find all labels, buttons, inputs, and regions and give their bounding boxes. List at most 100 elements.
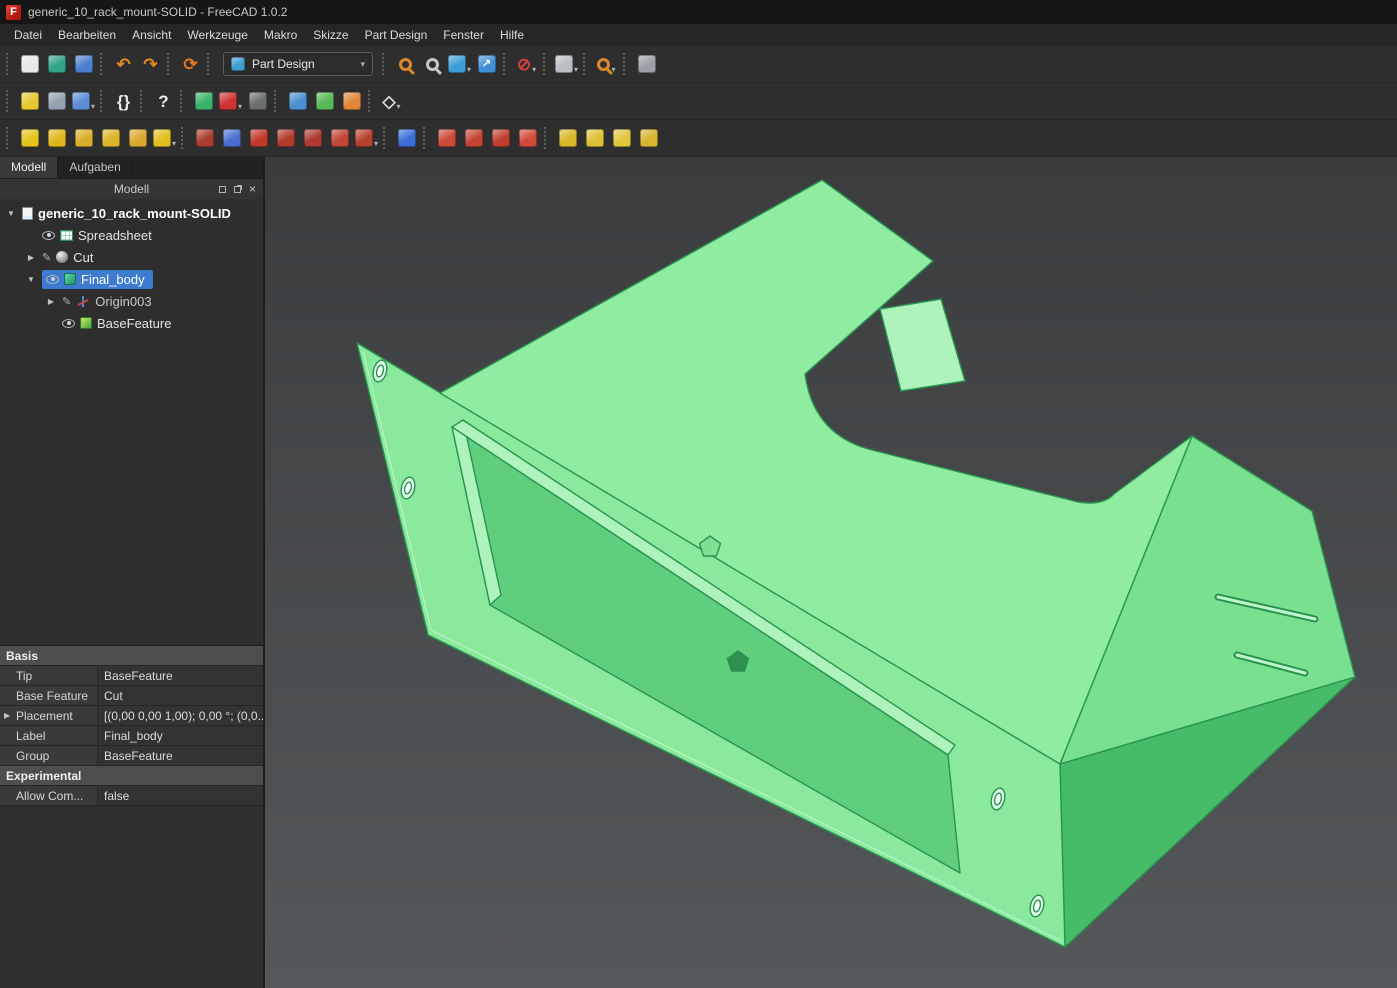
measure-button[interactable]: [633, 50, 660, 78]
groove-button[interactable]: [245, 124, 272, 152]
selected-highlight[interactable]: Final_body: [42, 270, 153, 289]
additive-pipe-button[interactable]: [97, 124, 124, 152]
tree-item-cut[interactable]: ▶ ✎ Cut: [0, 246, 263, 268]
toolbar-handle-icon[interactable]: [423, 127, 427, 149]
redo-button[interactable]: ↷: [137, 50, 164, 78]
chevron-down-icon[interactable]: ▾: [532, 65, 536, 78]
polar-pattern-button[interactable]: [608, 124, 635, 152]
toolbar-handle-icon[interactable]: [503, 53, 507, 75]
make-link-button[interactable]: ▾: [70, 87, 97, 115]
model-cutout-inner-wall[interactable]: [880, 299, 965, 391]
create-group-button[interactable]: [43, 87, 70, 115]
menu-werkzeuge[interactable]: Werkzeuge: [179, 26, 255, 44]
appearance-button[interactable]: [338, 87, 365, 115]
tree-item-basefeature[interactable]: BaseFeature: [0, 312, 263, 334]
fit-all-button[interactable]: [392, 50, 419, 78]
dock-minimize-button[interactable]: [219, 186, 226, 193]
open-document-button[interactable]: [43, 50, 70, 78]
property-row-placement[interactable]: ▶Placement [(0,00 0,00 1,00); 0,00 °; (0…: [0, 706, 263, 726]
whats-this-button[interactable]: ?: [150, 87, 177, 115]
go-to-selection-button[interactable]: ↗: [473, 50, 500, 78]
validate-sketch-button[interactable]: [284, 87, 311, 115]
expander-right-icon[interactable]: ▶: [25, 253, 37, 262]
chevron-down-icon[interactable]: ▾: [360, 59, 365, 70]
edit-sketch-button[interactable]: ▾: [217, 87, 244, 115]
menu-makro[interactable]: Makro: [256, 26, 305, 44]
boolean-button[interactable]: [393, 124, 420, 152]
draw-style-button[interactable]: ⊘▾: [513, 50, 540, 78]
menu-fenster[interactable]: Fenster: [435, 26, 492, 44]
subtractive-loft-button[interactable]: [272, 124, 299, 152]
toolbar-handle-icon[interactable]: [6, 127, 10, 149]
toolbar-handle-icon[interactable]: [368, 90, 372, 112]
additive-loft-button[interactable]: [70, 124, 97, 152]
property-row-label[interactable]: Label Final_body: [0, 726, 263, 746]
property-row-base-feature[interactable]: Base Feature Cut: [0, 686, 263, 706]
chevron-down-icon[interactable]: ▾: [574, 65, 578, 78]
expander-right-icon[interactable]: ▶: [4, 711, 10, 720]
3d-model[interactable]: [357, 180, 1355, 947]
workbench-selector[interactable]: Part Design▾: [223, 52, 373, 76]
toolbar-handle-icon[interactable]: [180, 90, 184, 112]
property-row-group[interactable]: Group BaseFeature: [0, 746, 263, 766]
3d-viewport[interactable]: [265, 157, 1397, 988]
macro-dialog-button[interactable]: {}: [110, 87, 137, 115]
save-button[interactable]: [70, 50, 97, 78]
expander-down-icon[interactable]: ▼: [5, 209, 17, 218]
selection-view-button[interactable]: ▾: [553, 50, 580, 78]
property-row-tip[interactable]: Tip BaseFeature: [0, 666, 263, 686]
menu-datei[interactable]: Datei: [6, 26, 50, 44]
toolbar-handle-icon[interactable]: [100, 90, 104, 112]
chevron-down-icon[interactable]: ▾: [397, 102, 401, 115]
tree-item-origin003[interactable]: ▶ ✎ Origin003: [0, 290, 263, 312]
chevron-down-icon[interactable]: ▾: [91, 102, 95, 115]
menu-hilfe[interactable]: Hilfe: [492, 26, 532, 44]
subtractive-pipe-button[interactable]: [299, 124, 326, 152]
create-part-button[interactable]: [16, 87, 43, 115]
create-datum-button[interactable]: ◇▾: [378, 87, 405, 115]
menu-skizze[interactable]: Skizze: [305, 26, 356, 44]
toolbar-handle-icon[interactable]: [6, 53, 10, 75]
draft-button[interactable]: [487, 124, 514, 152]
chevron-down-icon[interactable]: ▾: [238, 102, 242, 115]
zoom-selection-button[interactable]: [419, 50, 446, 78]
subtractive-primitive-button[interactable]: ▾: [353, 124, 380, 152]
subtractive-helix-button[interactable]: [326, 124, 353, 152]
pocket-button[interactable]: [191, 124, 218, 152]
menu-ansicht[interactable]: Ansicht: [124, 26, 179, 44]
visibility-eye-icon[interactable]: [46, 275, 59, 284]
tab-aufgaben[interactable]: Aufgaben: [58, 157, 132, 178]
tree-item-document[interactable]: ▼ generic_10_rack_mount-SOLID: [0, 202, 263, 224]
menu-part-design[interactable]: Part Design: [357, 26, 436, 44]
undo-button[interactable]: ↶: [110, 50, 137, 78]
toolbar-handle-icon[interactable]: [181, 127, 185, 149]
toolbar-handle-icon[interactable]: [100, 53, 104, 75]
tab-modell[interactable]: Modell: [0, 157, 58, 178]
view-isometric-button[interactable]: ▾: [446, 50, 473, 78]
menu-bearbeiten[interactable]: Bearbeiten: [50, 26, 124, 44]
dock-float-button[interactable]: [234, 186, 241, 193]
linear-pattern-button[interactable]: [581, 124, 608, 152]
toolbar-handle-icon[interactable]: [167, 53, 171, 75]
chevron-down-icon[interactable]: ▾: [172, 139, 176, 152]
refresh-button[interactable]: ⟳: [177, 50, 204, 78]
material-button[interactable]: [311, 87, 338, 115]
toolbar-handle-icon[interactable]: [583, 53, 587, 75]
visibility-eye-icon[interactable]: [62, 319, 75, 328]
chevron-down-icon[interactable]: ▾: [374, 139, 378, 152]
toolbar-handle-icon[interactable]: [383, 127, 387, 149]
create-sketch-button[interactable]: [190, 87, 217, 115]
toolbar-handle-icon[interactable]: [543, 53, 547, 75]
fillet-button[interactable]: [433, 124, 460, 152]
thickness-button[interactable]: [514, 124, 541, 152]
revolution-button[interactable]: [43, 124, 70, 152]
toolbar-handle-icon[interactable]: [6, 90, 10, 112]
dock-close-button[interactable]: ×: [249, 183, 256, 195]
additive-primitive-button[interactable]: ▾: [151, 124, 178, 152]
toolbar-handle-icon[interactable]: [140, 90, 144, 112]
mirrored-button[interactable]: [554, 124, 581, 152]
3d-model-canvas[interactable]: [265, 157, 1397, 988]
toolbar-handle-icon[interactable]: [382, 53, 386, 75]
expander-right-icon[interactable]: ▶: [45, 297, 57, 306]
visibility-eye-icon[interactable]: [42, 231, 55, 240]
